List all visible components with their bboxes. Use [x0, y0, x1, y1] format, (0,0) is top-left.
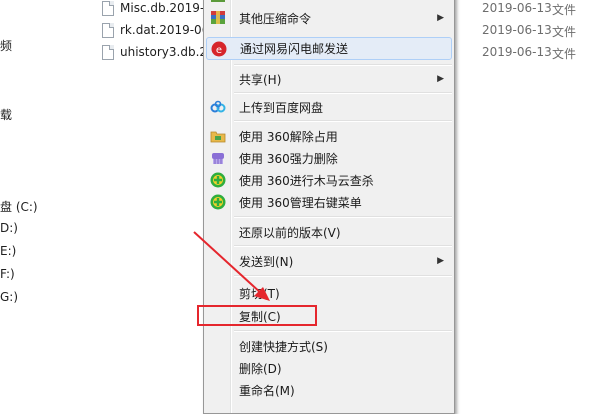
annotation-arrow-icon — [193, 231, 270, 301]
